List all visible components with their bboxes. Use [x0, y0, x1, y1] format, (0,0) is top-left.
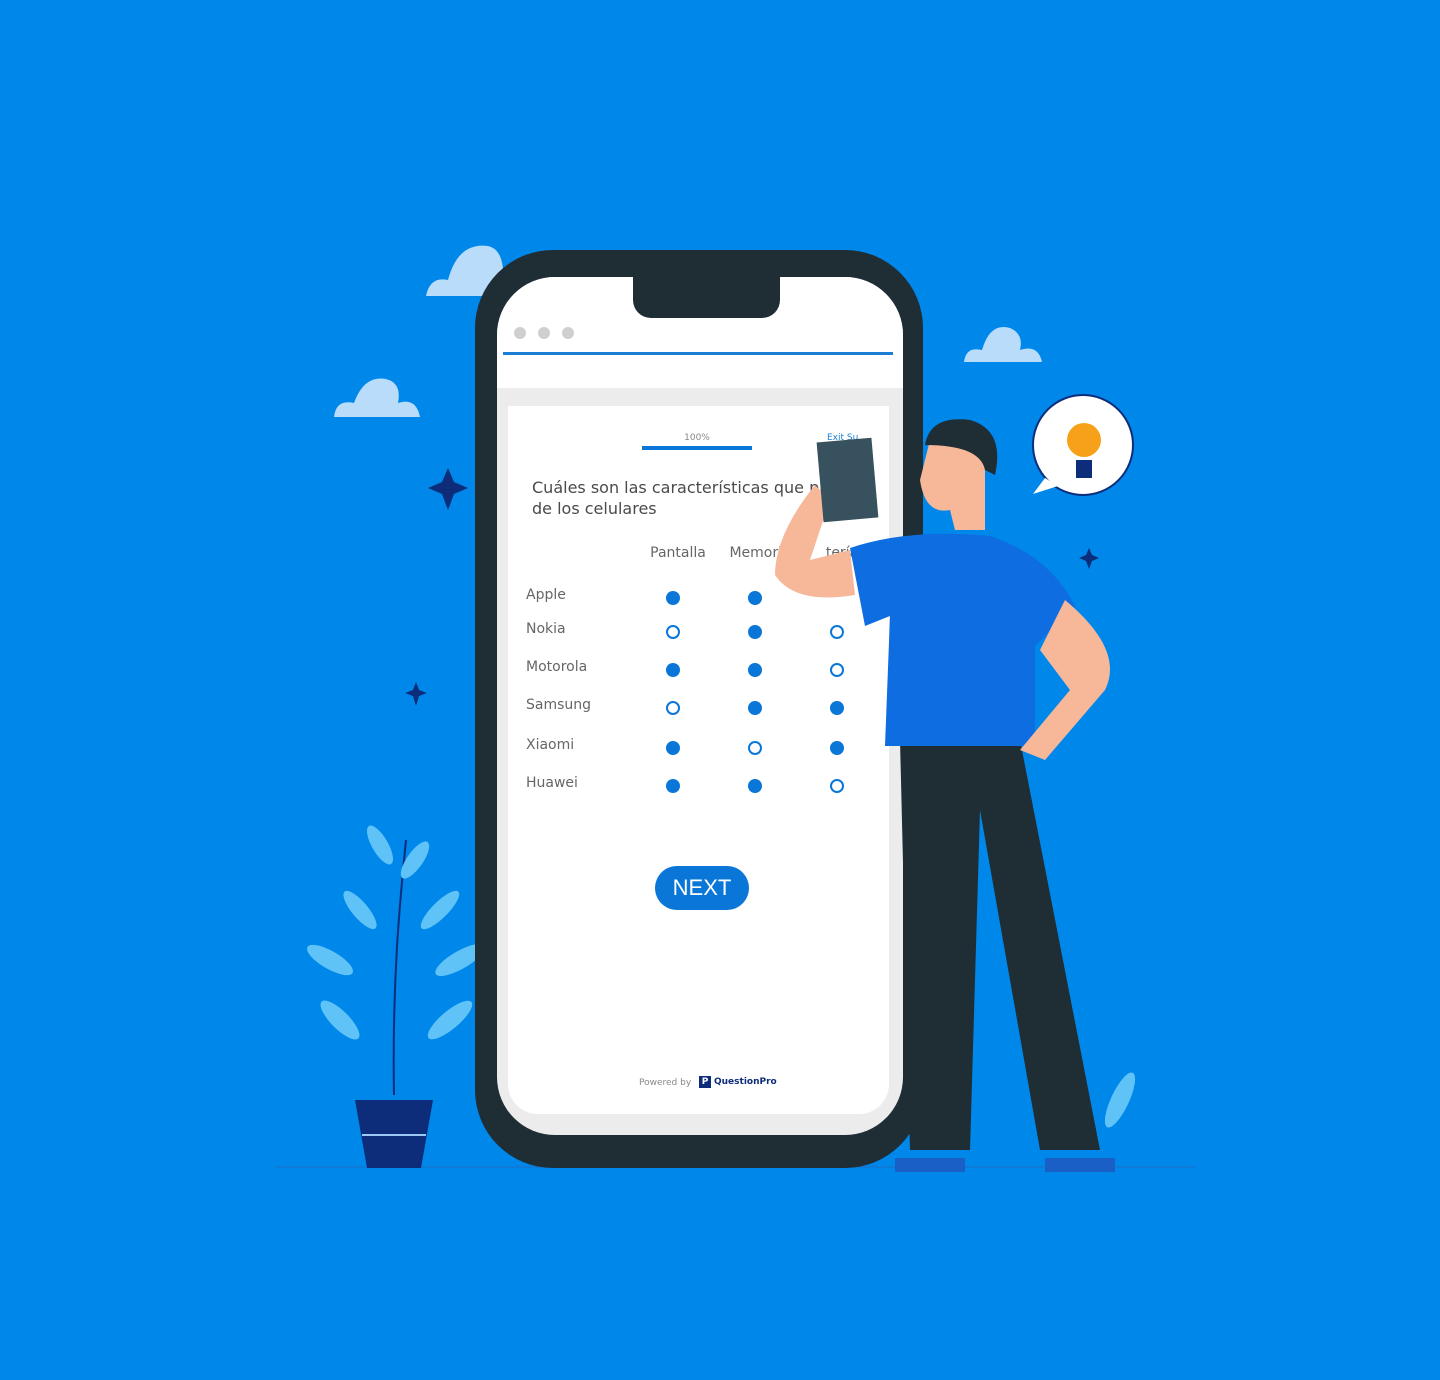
row-label: Xiaomi: [526, 737, 575, 753]
window-dot: [514, 327, 526, 339]
row-label: Motorola: [526, 659, 588, 675]
radio-button[interactable]: [830, 701, 844, 715]
window-dot: [562, 327, 574, 339]
radio-button[interactable]: [666, 591, 680, 605]
radio-button[interactable]: [666, 701, 680, 715]
radio-button[interactable]: [748, 663, 762, 677]
radio-button[interactable]: [666, 779, 680, 793]
question-text-line2: de los celulares: [532, 499, 657, 518]
column-header: Memoria: [729, 545, 791, 561]
row-label: Nokia: [526, 621, 566, 637]
progress-bar: [642, 446, 752, 450]
phone-screen: 100% Exit Su Cuáles son las característi…: [497, 277, 903, 1135]
progress-label: 100%: [684, 433, 710, 443]
address-bar-line: [503, 352, 893, 355]
radio-button[interactable]: [830, 779, 844, 793]
row-label: Huawei: [526, 775, 578, 791]
radio-button[interactable]: [830, 741, 844, 755]
radio-button[interactable]: [748, 625, 762, 639]
next-button[interactable]: NEXT: [655, 866, 749, 910]
radio-button[interactable]: [830, 625, 844, 639]
brand-name: QuestionPro: [714, 1077, 777, 1087]
radio-button[interactable]: [748, 779, 762, 793]
window-dot: [538, 327, 550, 339]
radio-button[interactable]: [748, 741, 762, 755]
survey-card: 100% Exit Su Cuáles son las característi…: [508, 406, 889, 1114]
radio-button[interactable]: [666, 625, 680, 639]
radio-button[interactable]: [666, 741, 680, 755]
radio-button[interactable]: [748, 701, 762, 715]
powered-by-label: Powered by: [639, 1078, 692, 1088]
phone-notch: [633, 277, 780, 318]
question-text: Cuáles son las características que pr: [532, 478, 826, 497]
column-header: Pantalla: [650, 545, 706, 561]
column-header: tería: [825, 545, 859, 561]
radio-button[interactable]: [748, 591, 762, 605]
radio-button[interactable]: [830, 663, 844, 677]
radio-button[interactable]: [666, 663, 680, 677]
row-label: Apple: [526, 587, 566, 603]
exit-survey-link[interactable]: Exit Su: [827, 433, 858, 443]
questionpro-logo-icon: P: [699, 1076, 711, 1088]
row-label: Samsung: [526, 697, 592, 713]
